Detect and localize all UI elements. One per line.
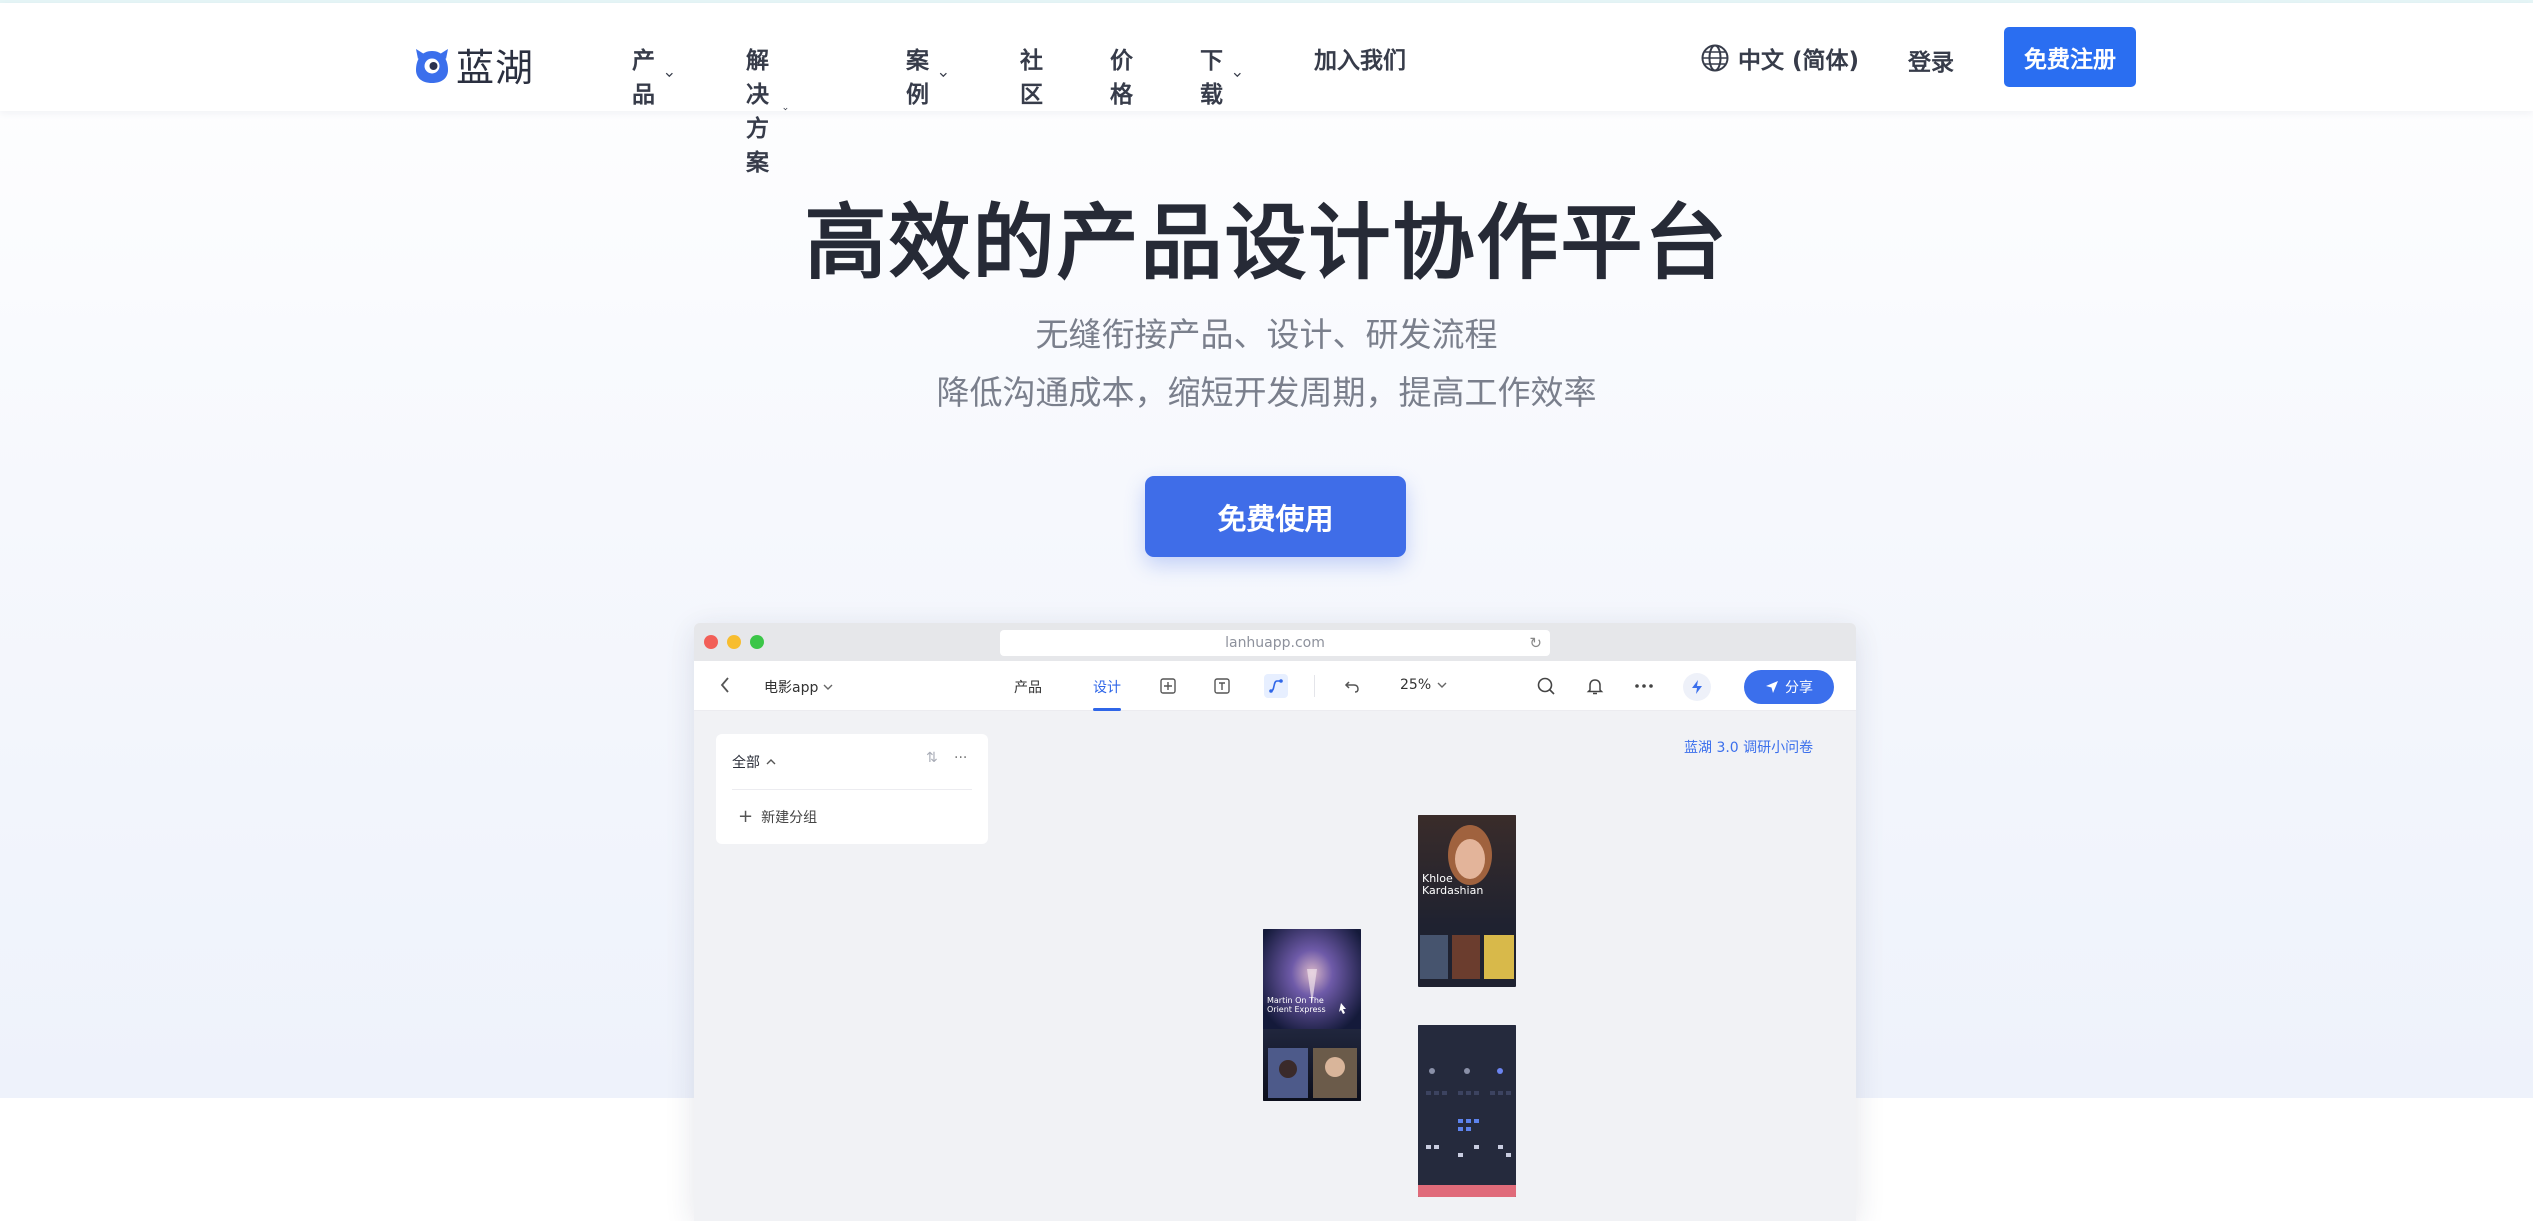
product-screenshot-mock: lanhuapp.com ↻ 电影app 产品 设计 25% 分享 全部 ⇅ ·…	[694, 623, 1856, 1221]
send-icon	[1766, 681, 1778, 693]
address-text: lanhuapp.com	[1225, 635, 1325, 651]
survey-link: 蓝湖 3.0 调研小问卷	[1684, 740, 1814, 756]
add-frame-icon	[1156, 674, 1180, 698]
movie-title: Martin On The Orient Express	[1267, 996, 1326, 1014]
chevron-down-icon	[940, 72, 948, 78]
new-group-button: + 新建分组	[738, 807, 817, 827]
chevron-down-icon	[783, 107, 788, 111]
hero-subtitle-line2: 降低沟通成本，缩短开发周期，提高工作效率	[936, 373, 1597, 412]
nav-item-solutions[interactable]: 解决方案	[746, 41, 788, 177]
design-frame-movie: Martin On The Orient Express	[1263, 929, 1361, 1101]
window-maximize-dot	[750, 635, 764, 649]
panel-title-label: 全部	[732, 755, 760, 771]
brand-name: 蓝湖	[456, 46, 535, 90]
nav-item-join-us[interactable]: 加入我们	[1314, 41, 1406, 75]
undo-icon	[1340, 674, 1364, 698]
back-arrow-icon	[720, 677, 729, 693]
nav-item-label: 产品	[632, 48, 655, 108]
reload-icon: ↻	[1529, 634, 1542, 652]
nav-item-download[interactable]: 下载	[1200, 41, 1242, 109]
new-group-label: 新建分组	[761, 810, 818, 826]
window-close-dot	[704, 635, 718, 649]
design-frame-profile: Khloe Kardashian	[1418, 815, 1516, 987]
chevron-down-icon	[1234, 72, 1242, 78]
page-group-panel: 全部 ⇅ ··· + 新建分组	[716, 734, 988, 844]
zoom-value: 25%	[1400, 677, 1432, 693]
share-button: 分享	[1744, 670, 1834, 704]
seat-map-thumbnail	[1418, 1025, 1516, 1197]
tab-design: 设计	[1093, 680, 1121, 696]
profile-photo-thumbnail	[1418, 815, 1516, 979]
movie-poster-thumbnail	[1263, 929, 1361, 1101]
nav-item-label: 案例	[906, 48, 929, 108]
bell-icon	[1583, 674, 1607, 698]
toolbar-divider	[1314, 675, 1315, 697]
chevron-down-icon	[666, 72, 674, 78]
nav-item-label: 解决方案	[746, 48, 769, 176]
panel-divider	[732, 789, 972, 790]
more-icon: ···	[954, 750, 968, 766]
project-name: 电影app	[764, 680, 819, 696]
nav-item-label: 加入我们	[1314, 48, 1406, 74]
signup-button[interactable]: 免费注册	[2004, 27, 2136, 87]
nav-item-pricing[interactable]: 价格	[1110, 41, 1133, 109]
search-icon	[1534, 674, 1558, 698]
chevron-down-icon	[823, 684, 833, 690]
globe-icon	[1701, 44, 1729, 72]
nav-item-product[interactable]: 产品	[632, 41, 674, 109]
nav-item-label: 价格	[1110, 48, 1133, 108]
window-minimize-dot	[727, 635, 741, 649]
chevron-down-icon	[1437, 682, 1447, 688]
browser-titlebar: lanhuapp.com ↻	[694, 623, 1856, 661]
login-link[interactable]: 登录	[1908, 43, 1954, 77]
nav-item-cases[interactable]: 案例	[906, 41, 948, 109]
more-icon	[1632, 674, 1656, 698]
panel-title: 全部	[732, 752, 776, 772]
tab-product: 产品	[1014, 680, 1042, 696]
design-frame-seats	[1418, 1025, 1516, 1197]
lightning-icon	[1683, 673, 1711, 701]
logo[interactable]: 蓝湖	[414, 37, 534, 92]
nav-item-label: 社区	[1020, 48, 1043, 108]
connector-tool-icon	[1264, 674, 1288, 698]
language-selector[interactable]: 中文 (简体)	[1700, 41, 1859, 75]
active-tab-indicator	[1093, 708, 1121, 711]
plus-icon: +	[738, 806, 754, 827]
project-selector: 电影app	[764, 677, 833, 697]
zoom-selector: 25%	[1400, 677, 1447, 693]
language-label: 中文 (简体)	[1738, 48, 1860, 74]
hero-title: 高效的产品设计协作平台	[804, 196, 1729, 291]
chevron-up-icon	[766, 759, 776, 765]
hero-subtitle-line1: 无缝衔接产品、设计、研发流程	[1035, 315, 1498, 354]
sort-icon: ⇅	[926, 750, 938, 766]
share-label: 分享	[1785, 680, 1813, 696]
free-use-button[interactable]: 免费使用	[1145, 476, 1406, 557]
text-tool-icon	[1210, 674, 1234, 698]
site-header: 蓝湖 产品 解决方案 案例 社区 价格 下载 加入我们 中文 (简体) 登录 免…	[0, 3, 2533, 176]
lanhu-logo-icon	[416, 48, 448, 83]
nav-item-community[interactable]: 社区	[1020, 41, 1043, 109]
app-toolbar: 电影app 产品 设计 25% 分享	[694, 661, 1856, 711]
address-bar: lanhuapp.com ↻	[1000, 630, 1550, 656]
person-name: Khloe Kardashian	[1422, 872, 1484, 897]
nav-item-label: 下载	[1200, 48, 1223, 108]
